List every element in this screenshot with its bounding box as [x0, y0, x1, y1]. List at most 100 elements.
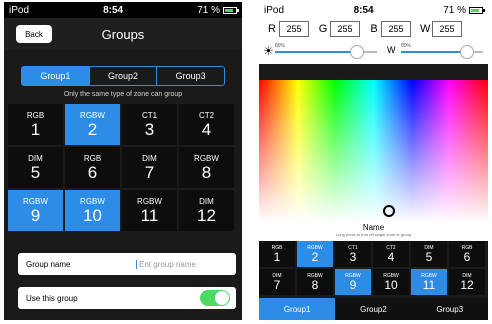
zone-button-3[interactable]: CT1 3: [335, 241, 371, 267]
zone-number: 11: [140, 205, 159, 225]
back-button[interactable]: Back: [16, 25, 52, 43]
use-group-toggle[interactable]: [200, 290, 230, 306]
zone-number: 11: [422, 277, 436, 292]
zone-button-12[interactable]: DIM 12: [449, 269, 485, 295]
zone-number: 9: [30, 205, 41, 225]
zone-number: 4: [201, 119, 212, 139]
zone-button-1[interactable]: RGB 1: [259, 241, 295, 267]
brightness-percent: 80%: [275, 43, 286, 49]
zone-name-subtitle: Long press to turn off single zone or gr…: [335, 232, 412, 237]
zone-button-9[interactable]: RGBW 9: [335, 269, 371, 295]
group-tab-bar: Group1 Group2 Group3: [259, 298, 488, 320]
status-bar: iPod 8:54 71 %: [259, 2, 488, 18]
zone-number: 7: [273, 277, 281, 292]
zone-type-label: CT1: [141, 110, 158, 120]
zone-button-8[interactable]: RGBW 8: [179, 147, 234, 188]
zone-button-5[interactable]: DIM 5: [8, 147, 63, 188]
zone-number: 2: [87, 119, 98, 139]
color-control-screen: iPod 8:54 71 % R 255 G 255 B 255 W 255 ☀…: [259, 2, 488, 320]
group-name-input[interactable]: Ent group name: [136, 259, 196, 269]
use-group-label: Use this group: [26, 293, 78, 303]
zone-button-7[interactable]: DIM 7: [122, 147, 177, 188]
brightness-slider-handle[interactable]: [350, 45, 364, 59]
battery-status: 71 %: [197, 4, 239, 16]
zone-button-4[interactable]: CT2 4: [179, 104, 234, 145]
zone-number: 5: [30, 162, 41, 182]
segment-group3[interactable]: Group3: [157, 67, 224, 85]
status-bar: iPod 8:54 71 %: [4, 2, 242, 18]
green-value-field[interactable]: 255: [330, 21, 360, 37]
zone-button-9[interactable]: RGBW 9: [8, 190, 63, 231]
zone-number: 10: [83, 205, 102, 225]
carrier-label: iPod: [9, 4, 30, 16]
page-title: Groups: [101, 26, 145, 42]
zone-button-1[interactable]: RGB 1: [8, 104, 63, 145]
zone-number: 2: [311, 249, 319, 264]
carrier-label: iPod: [264, 4, 285, 16]
zone-number: 3: [349, 249, 357, 264]
white-value-field[interactable]: 255: [432, 21, 462, 37]
white-slider-fill: [401, 51, 467, 53]
battery-percent: 71 %: [197, 4, 220, 16]
zone-button-7[interactable]: DIM 7: [259, 269, 295, 295]
group-name-field[interactable]: Group name Ent group name: [18, 253, 236, 275]
tab-group3[interactable]: Group3: [412, 298, 488, 320]
zone-name-area: Name Long press to turn off single zone …: [259, 223, 488, 241]
zone-number: 8: [311, 277, 319, 292]
zone-number: 10: [384, 277, 398, 292]
clock: 8:54: [103, 4, 124, 16]
segment-group2[interactable]: Group2: [90, 67, 158, 85]
zone-button-10[interactable]: RGBW 10: [65, 190, 120, 231]
zone-number: 1: [273, 249, 281, 264]
segment-group1[interactable]: Group1: [22, 67, 90, 85]
zone-button-3[interactable]: CT1 3: [122, 104, 177, 145]
zone-type-label: DIM: [28, 153, 43, 163]
zone-button-8[interactable]: RGBW 8: [297, 269, 333, 295]
nav-bar: Back Groups: [4, 18, 242, 50]
color-picker[interactable]: [259, 80, 488, 223]
groups-screen: iPod 8:54 71 % Back Groups Group1 Group2…: [4, 2, 242, 320]
zone-type-label: RGBW: [23, 196, 48, 206]
brightness-slider-fill: [275, 51, 357, 53]
zone-button-5[interactable]: DIM 5: [411, 241, 447, 267]
blue-value-field[interactable]: 255: [381, 21, 411, 37]
zone-number: 6: [87, 162, 98, 182]
toggle-knob: [215, 291, 229, 305]
zone-button-11[interactable]: RGBW 11: [411, 269, 447, 295]
tab-group2[interactable]: Group2: [335, 298, 411, 320]
zone-button-11[interactable]: RGBW 11: [122, 190, 177, 231]
tab-group1[interactable]: Group1: [259, 298, 336, 320]
green-label: G: [318, 23, 328, 35]
zone-number: 7: [144, 162, 155, 182]
zone-type-label: RGBW: [80, 110, 105, 120]
zone-number: 4: [387, 249, 395, 264]
zone-button-6[interactable]: RGB 6: [449, 241, 485, 267]
zone-button-6[interactable]: RGB 6: [65, 147, 120, 188]
zone-button-2[interactable]: RGBW 2: [65, 104, 120, 145]
battery-icon: [222, 6, 239, 14]
zone-button-4[interactable]: CT2 4: [373, 241, 409, 267]
zone-button-12[interactable]: DIM 12: [179, 190, 234, 231]
red-value-field[interactable]: 255: [279, 21, 309, 37]
zone-name-title: Name: [362, 223, 385, 232]
zone-number: 6: [463, 249, 471, 264]
group-segmented-control: Group1 Group2 Group3: [21, 66, 225, 86]
zone-grid: RGB 1 RGBW 2 CT1 3 CT2 4 DIM 5 RGB 6 DIM 7 RGBW 8 RGBW 9 R…: [259, 241, 485, 295]
white-slider-handle[interactable]: [460, 45, 474, 59]
group-name-label: Group name: [26, 259, 71, 269]
sun-icon: ☀: [263, 44, 274, 58]
zone-type-label: RGBW: [137, 196, 162, 206]
blue-label: B: [370, 23, 378, 35]
use-group-row: Use this group: [18, 287, 236, 309]
zone-number: 5: [425, 249, 433, 264]
zone-type-label: CT2: [198, 110, 215, 120]
zone-button-2[interactable]: RGBW 2: [297, 241, 333, 267]
slider-row: ☀ 80% W 80%: [259, 40, 488, 64]
zone-button-10[interactable]: RGBW 10: [373, 269, 409, 295]
group-hint-text: Only the same type of zone can group: [63, 91, 183, 98]
battery-icon: [468, 6, 485, 14]
zone-type-label: DIM: [142, 153, 157, 163]
color-picker-cursor[interactable]: [383, 205, 395, 217]
battery-status: 71 %: [443, 5, 485, 16]
zone-number: 12: [197, 205, 216, 225]
